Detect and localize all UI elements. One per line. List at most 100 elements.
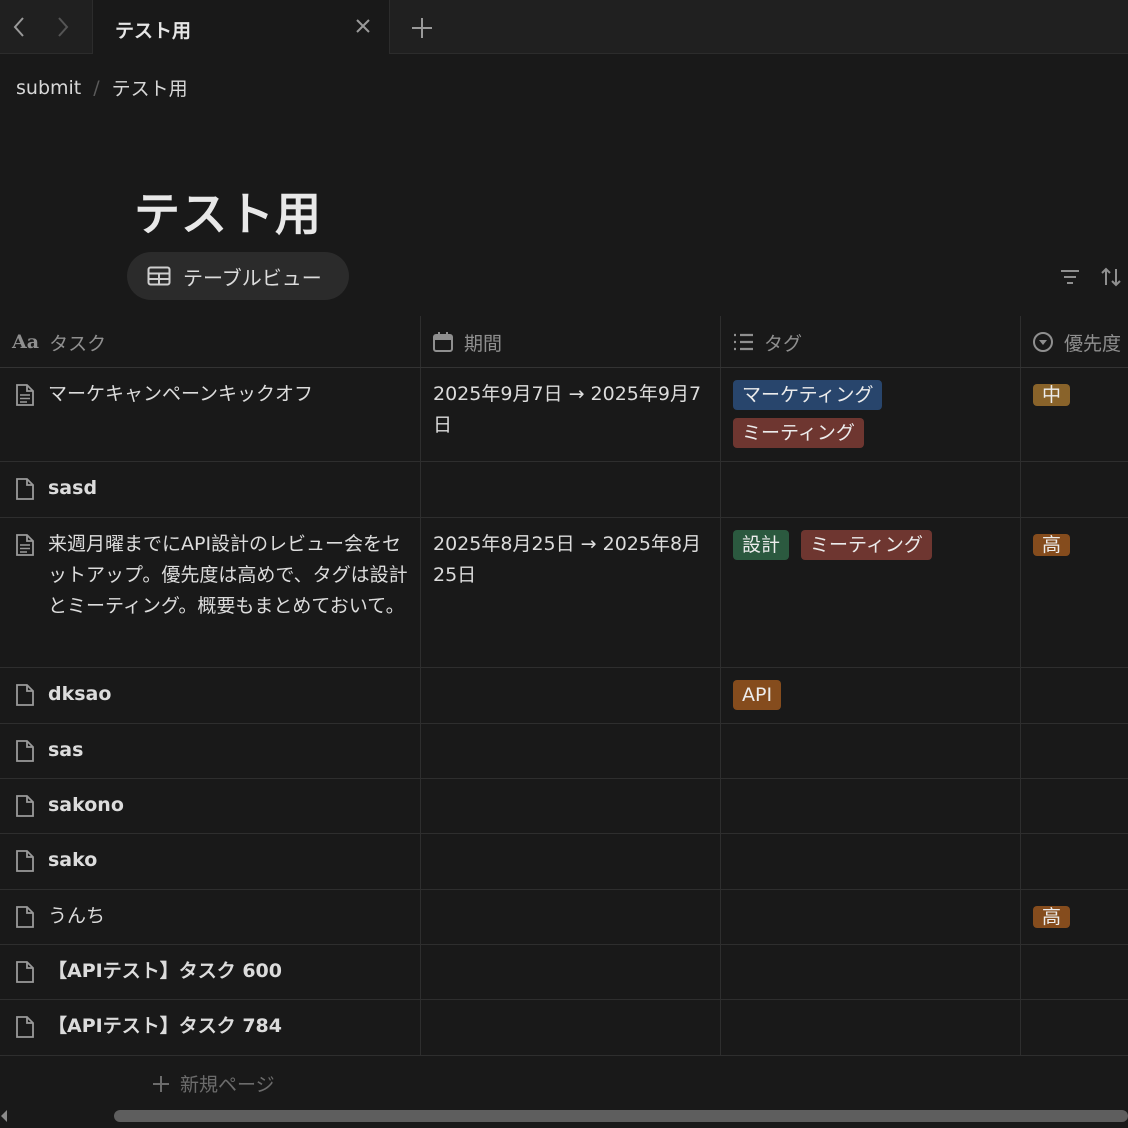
task-cell[interactable]: 【APIテスト】タスク 600: [12, 956, 412, 987]
plus-icon: [412, 18, 432, 38]
new-page-button[interactable]: 新規ページ: [152, 1070, 275, 1097]
status-icon: [1033, 332, 1053, 352]
tags-cell[interactable]: 設計 ミーティング: [733, 530, 1013, 560]
table-row[interactable]: sakono: [0, 779, 1128, 834]
view-tab-table[interactable]: テーブルビュー: [127, 252, 349, 300]
task-title: sako: [48, 849, 98, 871]
column-header-label: 期間: [464, 332, 503, 355]
column-header-tags[interactable]: タグ: [720, 316, 1020, 368]
page-icon-wrapper: [12, 790, 38, 821]
page-icon: [16, 683, 34, 706]
page-icon: [16, 1015, 34, 1038]
page-icon-wrapper: [12, 379, 38, 410]
breadcrumb-separator: /: [93, 76, 100, 99]
plus-icon: [153, 1075, 169, 1092]
table-row[interactable]: sas: [0, 724, 1128, 779]
view-label: テーブルビュー: [183, 265, 322, 290]
task-title: sasd: [48, 477, 98, 499]
tags-cell[interactable]: マーケティング ミーティング: [733, 380, 1013, 448]
task-cell[interactable]: sasd: [12, 473, 412, 504]
priority-cell[interactable]: 高: [1033, 530, 1071, 560]
close-tab-button[interactable]: [353, 16, 373, 36]
table-icon: [147, 266, 171, 286]
priority-cell[interactable]: 中: [1033, 380, 1071, 410]
task-title: マーケキャンペーンキックオフ: [48, 383, 314, 405]
chevron-left-icon: [13, 17, 24, 37]
tag-badge: マーケティング: [733, 380, 883, 410]
table-row[interactable]: マーケキャンペーンキックオフ 2025年9月7日 → 2025年9月7日 マーケティ…: [0, 368, 1128, 462]
breadcrumb-item-submit[interactable]: submit: [16, 77, 81, 99]
column-header-task[interactable]: Aa タスク: [0, 316, 420, 368]
page-title[interactable]: テスト用: [134, 178, 322, 244]
task-cell[interactable]: dksao: [12, 679, 412, 710]
filter-button[interactable]: [1059, 266, 1081, 288]
table-row[interactable]: dksao API: [0, 668, 1128, 724]
scrollbar-thumb[interactable]: [114, 1110, 1128, 1122]
back-button[interactable]: [8, 14, 30, 40]
task-cell[interactable]: sako: [12, 845, 412, 876]
breadcrumb-item-current[interactable]: テスト用: [112, 74, 188, 101]
table-row[interactable]: sako: [0, 834, 1128, 890]
page-icon: [16, 960, 34, 983]
sort-button[interactable]: [1100, 266, 1122, 288]
page-icon-wrapper: [12, 473, 38, 504]
page-icon: [16, 383, 34, 406]
task-title: sakono: [48, 794, 124, 816]
task-cell[interactable]: sas: [12, 735, 412, 766]
page-icon: [16, 849, 34, 872]
task-cell[interactable]: 【APIテスト】タスク 784: [12, 1011, 412, 1042]
scroll-left-arrow-icon[interactable]: [0, 1108, 8, 1124]
tab-title: テスト用: [115, 20, 192, 42]
column-header-label: タスク: [49, 332, 107, 355]
filter-icon: [1061, 270, 1079, 284]
text-property-icon: Aa: [12, 331, 40, 353]
task-cell[interactable]: sakono: [12, 790, 412, 821]
task-title: 【APIテスト】タスク 600: [48, 960, 282, 982]
task-cell[interactable]: マーケキャンペーンキックオフ: [12, 379, 412, 410]
new-tab-button[interactable]: [408, 14, 436, 42]
column-header-period[interactable]: 期間: [420, 316, 720, 368]
page-icon: [16, 533, 34, 556]
tag-badge: ミーティング: [733, 418, 864, 448]
tag-badge: ミーティング: [801, 530, 932, 560]
page-icon: [16, 794, 34, 817]
period-cell[interactable]: 2025年8月25日 → 2025年8月25日: [433, 529, 713, 591]
forward-button[interactable]: [52, 14, 74, 40]
page-icon-wrapper: [12, 1011, 38, 1042]
chevron-right-icon: [58, 17, 69, 37]
page-icon-wrapper: [12, 529, 38, 560]
tag-badge: API: [733, 680, 782, 710]
task-title: sas: [48, 739, 84, 761]
task-title: 【APIテスト】タスク 784: [48, 1015, 282, 1037]
tab-bar: テスト用: [0, 0, 1128, 54]
breadcrumb: submit / テスト用: [16, 74, 188, 101]
task-title: 来週月曜までにAPI設計のレビュー会をセットアップ。優先度は高めで、タグは設計と…: [48, 533, 408, 617]
page-icon: [16, 739, 34, 762]
page-icon: [16, 477, 34, 500]
tags-cell[interactable]: API: [733, 680, 1013, 710]
column-header-label: 優先度: [1064, 332, 1122, 355]
table-row[interactable]: 来週月曜までにAPI設計のレビュー会をセットアップ。優先度は高めで、タグは設計と…: [0, 518, 1128, 668]
table-row[interactable]: sasd: [0, 462, 1128, 518]
page-icon-wrapper: [12, 901, 38, 932]
table-row[interactable]: うんち 高: [0, 890, 1128, 945]
close-icon: [356, 19, 370, 33]
tab-test[interactable]: テスト用: [92, 0, 390, 54]
table-row[interactable]: 【APIテスト】タスク 600: [0, 945, 1128, 1000]
priority-badge: 高: [1033, 534, 1071, 556]
priority-cell[interactable]: 高: [1033, 902, 1071, 932]
new-page-label: 新規ページ: [180, 1074, 275, 1096]
priority-badge: 高: [1033, 906, 1071, 928]
calendar-icon: [433, 332, 453, 352]
task-cell[interactable]: 来週月曜までにAPI設計のレビュー会をセットアップ。優先度は高めで、タグは設計と…: [12, 529, 412, 622]
period-cell[interactable]: 2025年9月7日 → 2025年9月7日: [433, 379, 713, 441]
page-icon-wrapper: [12, 845, 38, 876]
tag-badge: 設計: [733, 530, 790, 560]
list-icon: [734, 333, 753, 351]
column-header-priority[interactable]: 優先度: [1020, 316, 1128, 368]
table-header: Aa タスク 期間 タグ 優先度: [0, 316, 1128, 368]
task-cell[interactable]: うんち: [12, 901, 412, 932]
table-row[interactable]: 【APIテスト】タスク 784: [0, 1000, 1128, 1056]
sort-icon: [1101, 267, 1121, 287]
column-header-label: タグ: [764, 332, 803, 355]
